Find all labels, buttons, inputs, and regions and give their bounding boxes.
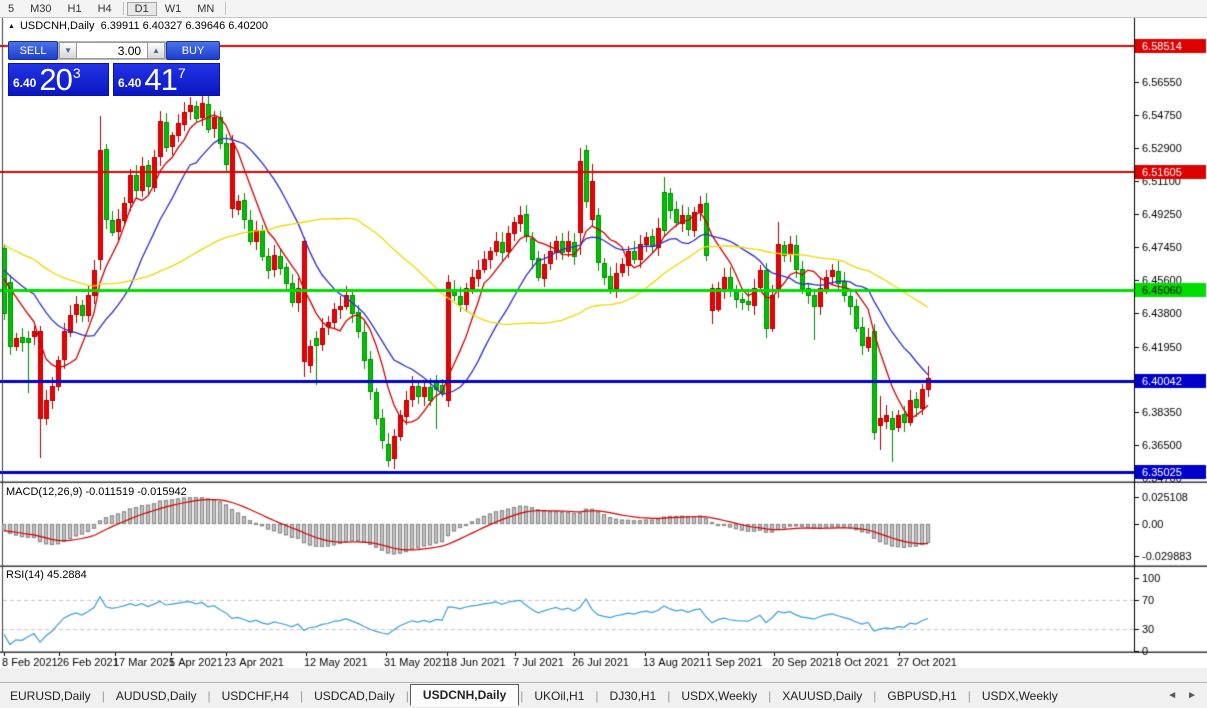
volume-increase-icon[interactable]: ▲ [147, 42, 165, 59]
timeframe-button-m30[interactable]: M30 [22, 2, 59, 16]
one-click-trading-panel: SELL ▼ 3.00 ▲ BUY 6.40 20 3 6.40 41 7 [8, 41, 220, 96]
macd-indicator-label: MACD(12,26,9) -0.011519 -0.015942 [6, 486, 187, 498]
tab-usdcad-daily[interactable]: USDCAD,Daily [304, 686, 405, 706]
toolbar-separator [225, 2, 226, 15]
timeframe-button-5[interactable]: 5 [0, 2, 22, 16]
collapse-panel-icon[interactable]: ▲ [8, 23, 15, 30]
timeframe-button-h1[interactable]: H1 [60, 2, 90, 16]
volume-decrease-icon[interactable]: ▼ [59, 42, 77, 59]
tab-scroll-right-icon[interactable]: ► [1187, 690, 1197, 701]
buy-button[interactable]: BUY [166, 41, 220, 60]
timeframe-button-h4[interactable]: H4 [90, 2, 120, 16]
tab-usdx-weekly[interactable]: USDX,Weekly [972, 686, 1068, 706]
timeframe-button-d1[interactable]: D1 [127, 2, 157, 16]
tab-audusd-daily[interactable]: AUDUSD,Daily [106, 686, 207, 706]
sell-price-small: 6.40 [13, 76, 36, 90]
tab-usdchf-h4[interactable]: USDCHF,H4 [212, 686, 299, 706]
chart-title-text: USDCNH,Daily 6.39911 6.40327 6.39646 6.4… [20, 20, 268, 32]
timeframe-button-mn[interactable]: MN [189, 2, 222, 16]
volume-input[interactable]: 3.00 [77, 42, 147, 59]
sell-button[interactable]: SELL [8, 41, 58, 60]
sell-quote[interactable]: 6.40 20 3 [8, 63, 109, 96]
toolbar-separator [123, 2, 124, 15]
sell-price-sup: 3 [73, 65, 81, 81]
buy-price-big: 41 [144, 67, 176, 93]
tab-xauusd-daily[interactable]: XAUUSD,Daily [772, 686, 872, 706]
tab-usdcnh-daily[interactable]: USDCNH,Daily [410, 684, 519, 706]
chart-canvas[interactable] [0, 18, 1207, 682]
tab-eurusd-daily[interactable]: EURUSD,Daily [0, 686, 101, 706]
buy-price-small: 6.40 [118, 76, 141, 90]
chart-tab-bar: EURUSD,Daily|AUDUSD,Daily|USDCHF,H4|USDC… [0, 682, 1207, 708]
tab-scroll-left-icon[interactable]: ◄ [1167, 690, 1177, 701]
tab-ukoil-h1[interactable]: UKOil,H1 [524, 686, 594, 706]
tab-gbpusd-h1[interactable]: GBPUSD,H1 [877, 686, 966, 706]
chart-title: ▲ USDCNH,Daily 6.39911 6.40327 6.39646 6… [8, 20, 268, 32]
rsi-indicator-label: RSI(14) 45.2884 [6, 569, 87, 581]
buy-quote[interactable]: 6.40 41 7 [113, 63, 220, 96]
tab-dj30-h1[interactable]: DJ30,H1 [600, 686, 667, 706]
timeframe-button-w1[interactable]: W1 [157, 2, 190, 16]
tab-usdx-weekly[interactable]: USDX,Weekly [671, 686, 767, 706]
timeframe-toolbar: 5M30H1H4 D1W1MN [0, 0, 1207, 18]
sell-price-big: 20 [39, 67, 71, 93]
volume-stepper: ▼ 3.00 ▲ [58, 41, 166, 60]
buy-price-sup: 7 [178, 65, 186, 81]
